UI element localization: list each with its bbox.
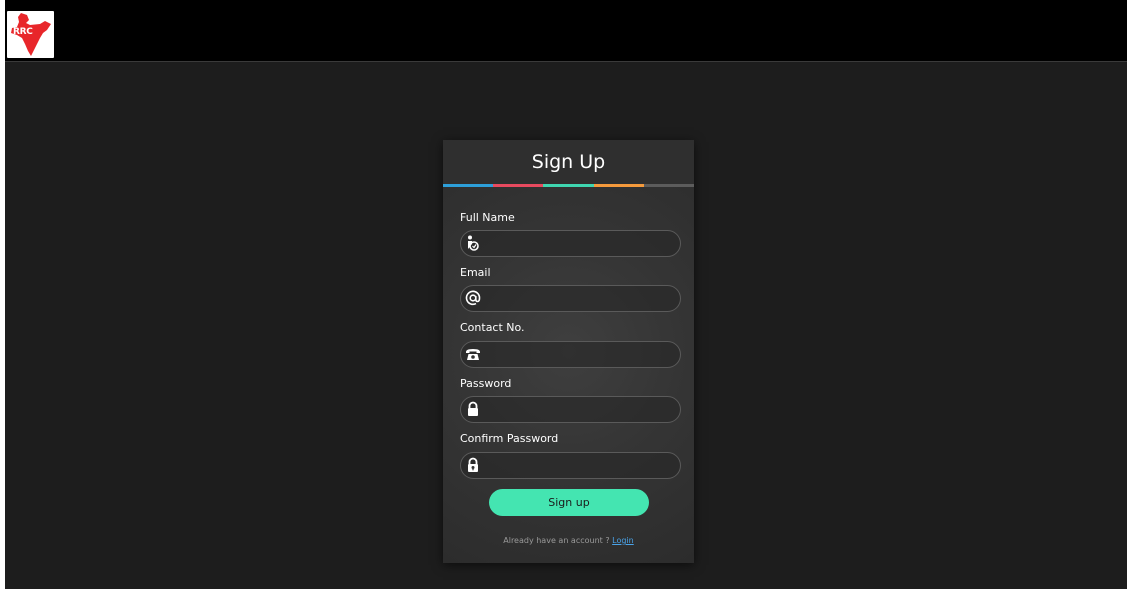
full-name-label: Full Name bbox=[460, 211, 515, 224]
person-icon bbox=[465, 235, 481, 251]
phone-icon bbox=[465, 346, 481, 362]
email-input[interactable] bbox=[460, 285, 681, 312]
login-prompt: Already have an account ? Login bbox=[443, 536, 694, 545]
login-link[interactable]: Login bbox=[612, 536, 634, 545]
at-icon bbox=[465, 290, 481, 306]
email-label: Email bbox=[460, 266, 491, 279]
stripe-segment bbox=[643, 184, 695, 187]
stripe-segment bbox=[443, 184, 494, 187]
stripe-segment bbox=[593, 184, 644, 187]
top-navbar: RRC bbox=[5, 0, 1127, 62]
contact-input[interactable] bbox=[460, 341, 681, 368]
page-background: RRC Sign Up Full Name Email Contact No. … bbox=[5, 0, 1127, 589]
logo-text: RRC bbox=[13, 27, 33, 37]
stripe-segment bbox=[493, 184, 544, 187]
confirm-password-label: Confirm Password bbox=[460, 432, 559, 445]
login-prompt-text: Already have an account ? bbox=[503, 536, 610, 545]
brand-logo[interactable]: RRC bbox=[7, 11, 54, 58]
stripe-segment bbox=[543, 184, 594, 187]
sign-up-button[interactable]: Sign up bbox=[489, 489, 649, 516]
password-label: Password bbox=[460, 377, 512, 390]
lock-keyhole-icon bbox=[465, 457, 481, 473]
confirm-password-input[interactable] bbox=[460, 452, 681, 479]
form-title: Sign Up bbox=[531, 151, 606, 173]
contact-label: Contact No. bbox=[460, 321, 525, 334]
color-stripe bbox=[443, 184, 695, 187]
full-name-input[interactable] bbox=[460, 230, 681, 257]
lock-icon bbox=[465, 401, 481, 417]
card-header: Sign Up bbox=[443, 140, 694, 184]
signup-card: Sign Up Full Name Email Contact No. Pass… bbox=[443, 140, 695, 563]
password-input[interactable] bbox=[460, 396, 681, 423]
